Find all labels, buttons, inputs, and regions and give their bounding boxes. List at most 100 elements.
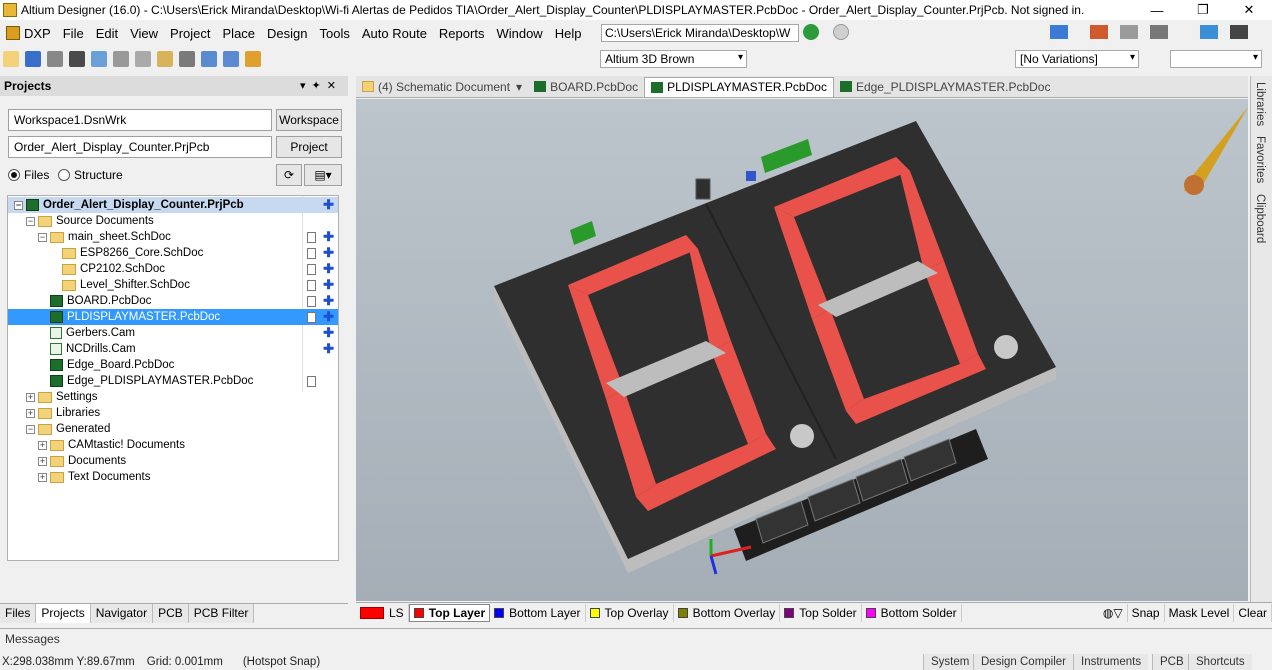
tree-item[interactable]: BOARD.PcbDoc ✚ bbox=[8, 293, 338, 309]
layer-filter-select[interactable] bbox=[1170, 50, 1262, 68]
pcb-icon bbox=[839, 81, 852, 92]
tree-item[interactable]: CP2102.SchDoc ✚ bbox=[8, 261, 338, 277]
tree-item[interactable]: − Order_Alert_Display_Counter.PrjPcb ✚ bbox=[8, 197, 338, 213]
layer-tab-bottom-layer[interactable]: Bottom Layer bbox=[490, 603, 586, 622]
redo-icon[interactable] bbox=[223, 51, 239, 67]
maximize-button[interactable]: ❐ bbox=[1180, 0, 1226, 20]
menu-tools[interactable]: Tools bbox=[314, 26, 356, 41]
windows-icon[interactable] bbox=[1200, 25, 1218, 39]
component bbox=[746, 171, 756, 181]
structure-radio[interactable]: Structure bbox=[58, 168, 123, 182]
layer-tab-bottom-solder[interactable]: Bottom Solder bbox=[862, 603, 962, 622]
clear-button[interactable]: Clear bbox=[1234, 603, 1272, 622]
workspace-select[interactable]: Workspace1.DsnWrk bbox=[8, 109, 272, 131]
tree-item[interactable]: Edge_Board.PcbDoc bbox=[8, 357, 338, 373]
minimize-button[interactable]: — bbox=[1134, 0, 1180, 20]
settings-icon[interactable] bbox=[1150, 25, 1168, 39]
zoom-icon[interactable] bbox=[91, 51, 107, 67]
tree-item[interactable]: ESP8266_Core.SchDoc ✚ bbox=[8, 245, 338, 261]
cut-icon[interactable] bbox=[113, 51, 129, 67]
close-button[interactable]: ✕ bbox=[1226, 0, 1272, 20]
project-field[interactable]: Order_Alert_Display_Counter.PrjPcb bbox=[8, 136, 272, 158]
tree-item[interactable]: NCDrills.Cam ✚ bbox=[8, 341, 338, 357]
tree-item[interactable]: − main_sheet.SchDoc ✚ bbox=[8, 229, 338, 245]
tab-navigator[interactable]: Navigator bbox=[90, 604, 154, 623]
tree-item[interactable]: Gerbers.Cam ✚ bbox=[8, 325, 338, 341]
tree-item[interactable]: + Settings bbox=[8, 389, 338, 405]
tree-item[interactable]: − Generated bbox=[8, 421, 338, 437]
folder-icon bbox=[362, 81, 374, 92]
right-decimal-point bbox=[994, 335, 1018, 359]
tab-edge-pldisplaymaster-pcbdoc[interactable]: Edge_PLDISPLAYMASTER.PcbDoc bbox=[834, 77, 1057, 97]
paste-icon[interactable] bbox=[157, 51, 173, 67]
tree-item[interactable]: + Documents bbox=[8, 453, 338, 469]
tab-files[interactable]: Files bbox=[0, 604, 37, 623]
snap-button[interactable]: Snap bbox=[1128, 603, 1165, 622]
menu-auto-route[interactable]: Auto Route bbox=[356, 26, 433, 41]
copy-icon[interactable] bbox=[135, 51, 151, 67]
open-icon[interactable] bbox=[3, 51, 19, 67]
tab-schematic-documents[interactable]: (4) Schematic Document ▾ bbox=[356, 77, 528, 97]
pcb-3d-view[interactable] bbox=[356, 99, 1248, 601]
3d-view-icon[interactable] bbox=[69, 51, 85, 67]
menu-design[interactable]: Design bbox=[261, 26, 313, 41]
tab-pcb-filter[interactable]: PCB Filter bbox=[188, 604, 255, 623]
tab-pldisplaymaster-pcbdoc[interactable]: PLDISPLAYMASTER.PcbDoc bbox=[644, 76, 834, 97]
workspace-button[interactable]: Workspace bbox=[276, 109, 342, 131]
back-icon[interactable] bbox=[803, 24, 819, 40]
layout-icon[interactable] bbox=[1090, 25, 1108, 39]
tree-item[interactable]: + Libraries bbox=[8, 405, 338, 421]
mask-level-button[interactable]: Mask Level bbox=[1165, 603, 1235, 622]
tree-item[interactable]: Edge_PLDISPLAYMASTER.PcbDoc bbox=[8, 373, 338, 389]
tree-item-selected[interactable]: PLDISPLAYMASTER.PcbDoc ✚ bbox=[8, 309, 338, 325]
menu-file[interactable]: File bbox=[57, 26, 90, 41]
tree-item[interactable]: + CAMtastic! Documents bbox=[8, 437, 338, 453]
project-button[interactable]: Project bbox=[276, 136, 342, 158]
project-options-icon[interactable]: ▤▾ bbox=[304, 164, 342, 186]
print-icon[interactable] bbox=[47, 51, 63, 67]
layer-color-swatch bbox=[589, 607, 600, 618]
menu-edit[interactable]: Edit bbox=[90, 26, 124, 41]
tab-projects[interactable]: Projects bbox=[36, 604, 91, 623]
menu-window[interactable]: Window bbox=[490, 26, 548, 41]
messages-tab[interactable]: Messages bbox=[0, 632, 65, 646]
files-radio[interactable]: Files bbox=[8, 168, 49, 182]
undo-icon[interactable] bbox=[201, 51, 217, 67]
tree-item[interactable]: + Text Documents bbox=[8, 469, 338, 485]
menu-project[interactable]: Project bbox=[164, 26, 216, 41]
pcb-3d-render[interactable] bbox=[356, 99, 1248, 601]
menu-dxp[interactable]: DXP bbox=[0, 26, 57, 41]
layer-tab-top-layer[interactable]: Top Layer bbox=[408, 603, 491, 622]
layer-tab-top-solder[interactable]: Top Solder bbox=[780, 603, 862, 622]
refresh-icon[interactable]: ⟳ bbox=[276, 164, 302, 186]
save-icon[interactable] bbox=[25, 51, 41, 67]
tree-item[interactable]: Level_Shifter.SchDoc ✚ bbox=[8, 277, 338, 293]
tab-clipboard[interactable]: Clipboard bbox=[1254, 194, 1266, 243]
menu-place[interactable]: Place bbox=[217, 26, 262, 41]
tree-item[interactable]: − Source Documents bbox=[8, 213, 338, 229]
current-layer-indicator[interactable]: LS bbox=[356, 603, 409, 622]
panel-pin-controls[interactable]: ▾✦✕ bbox=[300, 79, 342, 92]
document-address-field[interactable]: C:\Users\Erick Miranda\Desktop\W bbox=[601, 24, 799, 42]
variations-select[interactable]: [No Variations] bbox=[1015, 50, 1139, 68]
menu-reports[interactable]: Reports bbox=[433, 26, 491, 41]
menu-help[interactable]: Help bbox=[549, 26, 588, 41]
route-icon[interactable] bbox=[245, 51, 261, 67]
move-icon[interactable] bbox=[179, 51, 195, 67]
layer-tab-top-overlay[interactable]: Top Overlay bbox=[586, 603, 674, 622]
tiles-icon[interactable] bbox=[1230, 25, 1248, 39]
layer-tab-bottom-overlay[interactable]: Bottom Overlay bbox=[674, 603, 781, 622]
grid-icon[interactable] bbox=[1120, 25, 1138, 39]
tab-board-pcbdoc[interactable]: BOARD.PcbDoc bbox=[528, 77, 644, 97]
tab-favorites[interactable]: Favorites bbox=[1254, 136, 1266, 183]
view-config-select[interactable]: Altium 3D Brown bbox=[600, 50, 747, 68]
menu-view[interactable]: View bbox=[124, 26, 164, 41]
sheet-actions-icon[interactable] bbox=[1050, 25, 1068, 39]
tab-libraries[interactable]: Libraries bbox=[1254, 82, 1266, 126]
tab-pcb[interactable]: PCB bbox=[153, 604, 189, 623]
filter-icon[interactable]: ◍▽ bbox=[1099, 603, 1128, 622]
forward-icon[interactable] bbox=[833, 24, 849, 40]
panel-bottom-tabs: Files Projects Navigator PCB PCB Filter bbox=[0, 603, 348, 623]
layer-color-swatch bbox=[494, 607, 505, 618]
terminal-block bbox=[570, 221, 596, 245]
